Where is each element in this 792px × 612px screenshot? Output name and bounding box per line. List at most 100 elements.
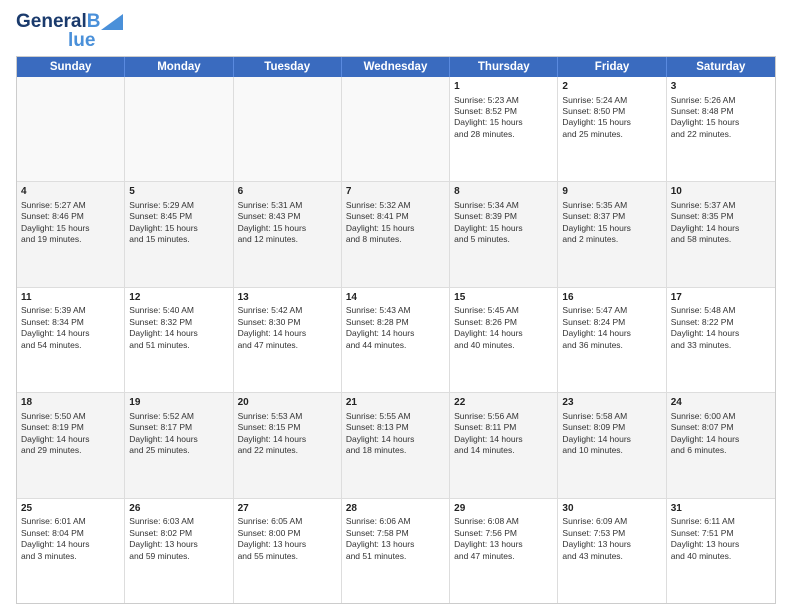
day-info: Sunset: 8:50 PM [562, 106, 661, 117]
day-number: 11 [21, 291, 120, 305]
day-info: Daylight: 13 hours [562, 539, 661, 550]
header: GeneralB lue [16, 12, 776, 50]
day-info: Daylight: 14 hours [454, 328, 553, 339]
day-info: Sunrise: 5:29 AM [129, 200, 228, 211]
day-info: and 47 minutes. [238, 340, 337, 351]
day-info: Sunset: 8:15 PM [238, 422, 337, 433]
day-info: Daylight: 14 hours [129, 328, 228, 339]
day-cell-16: 16Sunrise: 5:47 AMSunset: 8:24 PMDayligh… [558, 288, 666, 392]
day-info: Sunset: 8:30 PM [238, 317, 337, 328]
day-cell-28: 28Sunrise: 6:06 AMSunset: 7:58 PMDayligh… [342, 499, 450, 603]
day-cell-12: 12Sunrise: 5:40 AMSunset: 8:32 PMDayligh… [125, 288, 233, 392]
day-info: Sunset: 8:24 PM [562, 317, 661, 328]
day-number: 25 [21, 502, 120, 516]
day-info: Sunset: 8:11 PM [454, 422, 553, 433]
day-info: Sunset: 8:41 PM [346, 211, 445, 222]
day-cell-26: 26Sunrise: 6:03 AMSunset: 8:02 PMDayligh… [125, 499, 233, 603]
day-info: and 22 minutes. [671, 129, 771, 140]
day-info: Sunset: 8:39 PM [454, 211, 553, 222]
day-number: 26 [129, 502, 228, 516]
day-info: Sunrise: 5:50 AM [21, 411, 120, 422]
day-info: Sunrise: 6:09 AM [562, 516, 661, 527]
day-info: Sunrise: 5:53 AM [238, 411, 337, 422]
calendar-row-5: 25Sunrise: 6:01 AMSunset: 8:04 PMDayligh… [17, 499, 775, 603]
day-number: 5 [129, 185, 228, 199]
day-cell-10: 10Sunrise: 5:37 AMSunset: 8:35 PMDayligh… [667, 182, 775, 286]
day-info: Sunset: 8:26 PM [454, 317, 553, 328]
day-header-saturday: Saturday [667, 57, 775, 77]
calendar: SundayMondayTuesdayWednesdayThursdayFrid… [16, 56, 776, 604]
day-cell-25: 25Sunrise: 6:01 AMSunset: 8:04 PMDayligh… [17, 499, 125, 603]
day-info: and 40 minutes. [454, 340, 553, 351]
day-info: and 43 minutes. [562, 551, 661, 562]
day-info: Daylight: 13 hours [346, 539, 445, 550]
day-info: Sunrise: 5:26 AM [671, 95, 771, 106]
day-info: Sunrise: 6:03 AM [129, 516, 228, 527]
day-info: Sunrise: 5:48 AM [671, 305, 771, 316]
logo: GeneralB lue [16, 12, 123, 50]
day-info: Sunrise: 5:43 AM [346, 305, 445, 316]
day-info: Sunset: 8:09 PM [562, 422, 661, 433]
day-info: Sunrise: 6:05 AM [238, 516, 337, 527]
logo-text-general: GeneralB [16, 12, 101, 31]
day-info: and 2 minutes. [562, 234, 661, 245]
day-info: Sunrise: 5:47 AM [562, 305, 661, 316]
day-info: Daylight: 14 hours [454, 434, 553, 445]
day-info: Sunset: 8:46 PM [21, 211, 120, 222]
day-cell-4: 4Sunrise: 5:27 AMSunset: 8:46 PMDaylight… [17, 182, 125, 286]
day-info: and 36 minutes. [562, 340, 661, 351]
empty-cell [17, 77, 125, 181]
day-info: and 29 minutes. [21, 445, 120, 456]
day-number: 14 [346, 291, 445, 305]
day-info: Daylight: 13 hours [671, 539, 771, 550]
day-info: and 8 minutes. [346, 234, 445, 245]
day-info: Sunrise: 6:11 AM [671, 516, 771, 527]
day-info: Sunset: 8:07 PM [671, 422, 771, 433]
day-cell-20: 20Sunrise: 5:53 AMSunset: 8:15 PMDayligh… [234, 393, 342, 497]
day-info: Sunset: 8:02 PM [129, 528, 228, 539]
day-number: 19 [129, 396, 228, 410]
day-number: 7 [346, 185, 445, 199]
day-info: Sunset: 8:13 PM [346, 422, 445, 433]
day-cell-9: 9Sunrise: 5:35 AMSunset: 8:37 PMDaylight… [558, 182, 666, 286]
day-cell-13: 13Sunrise: 5:42 AMSunset: 8:30 PMDayligh… [234, 288, 342, 392]
day-info: Daylight: 15 hours [129, 223, 228, 234]
day-info: and 58 minutes. [671, 234, 771, 245]
day-cell-2: 2Sunrise: 5:24 AMSunset: 8:50 PMDaylight… [558, 77, 666, 181]
day-info: and 25 minutes. [129, 445, 228, 456]
day-cell-21: 21Sunrise: 5:55 AMSunset: 8:13 PMDayligh… [342, 393, 450, 497]
day-number: 31 [671, 502, 771, 516]
day-number: 16 [562, 291, 661, 305]
day-info: and 40 minutes. [671, 551, 771, 562]
day-info: Sunset: 8:34 PM [21, 317, 120, 328]
day-info: Sunset: 7:56 PM [454, 528, 553, 539]
day-info: Sunrise: 5:45 AM [454, 305, 553, 316]
day-number: 15 [454, 291, 553, 305]
day-number: 4 [21, 185, 120, 199]
day-info: Sunset: 8:52 PM [454, 106, 553, 117]
day-cell-7: 7Sunrise: 5:32 AMSunset: 8:41 PMDaylight… [342, 182, 450, 286]
day-number: 3 [671, 80, 771, 94]
day-info: Sunrise: 6:06 AM [346, 516, 445, 527]
day-info: Daylight: 15 hours [21, 223, 120, 234]
day-info: Sunset: 8:45 PM [129, 211, 228, 222]
day-number: 20 [238, 396, 337, 410]
day-number: 2 [562, 80, 661, 94]
day-header-wednesday: Wednesday [342, 57, 450, 77]
calendar-header: SundayMondayTuesdayWednesdayThursdayFrid… [17, 57, 775, 77]
day-info: Sunset: 8:43 PM [238, 211, 337, 222]
day-info: Daylight: 14 hours [238, 328, 337, 339]
day-info: Daylight: 14 hours [21, 328, 120, 339]
day-info: Daylight: 14 hours [21, 539, 120, 550]
day-number: 12 [129, 291, 228, 305]
day-cell-14: 14Sunrise: 5:43 AMSunset: 8:28 PMDayligh… [342, 288, 450, 392]
day-info: and 28 minutes. [454, 129, 553, 140]
day-info: Sunset: 8:28 PM [346, 317, 445, 328]
day-info: and 18 minutes. [346, 445, 445, 456]
day-number: 10 [671, 185, 771, 199]
day-cell-3: 3Sunrise: 5:26 AMSunset: 8:48 PMDaylight… [667, 77, 775, 181]
day-info: Daylight: 13 hours [238, 539, 337, 550]
day-info: and 51 minutes. [346, 551, 445, 562]
day-info: Daylight: 14 hours [346, 434, 445, 445]
day-info: Daylight: 14 hours [238, 434, 337, 445]
